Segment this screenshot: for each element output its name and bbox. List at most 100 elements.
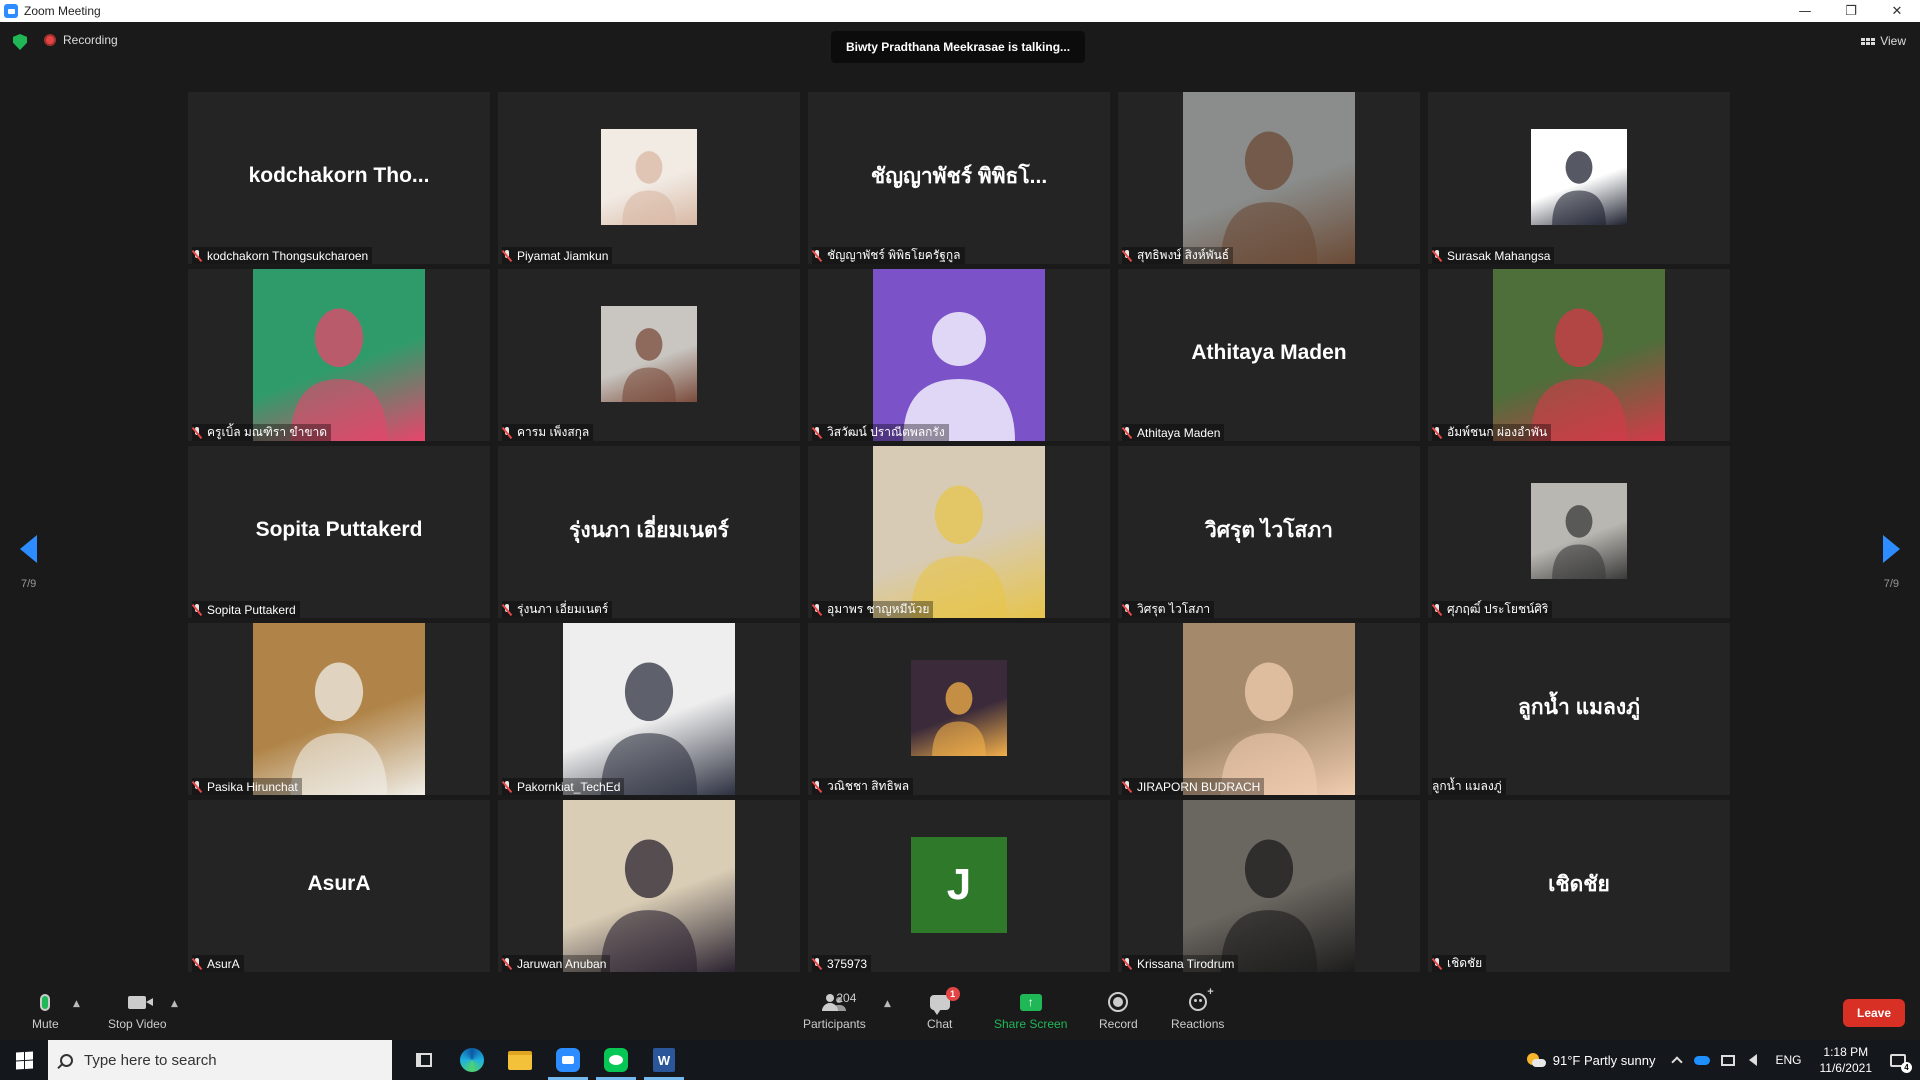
line-chat-icon (604, 1048, 628, 1072)
participant-display-name: kodchakorn Tho... (248, 164, 430, 187)
participant-name-label: Athitaya Maden (1122, 424, 1225, 441)
smiley-add-icon (1188, 986, 1214, 1011)
taskbar-search-box[interactable]: Type here to search (48, 1040, 392, 1080)
chat-bubble-icon: 1 (929, 986, 960, 1015)
participant-tile[interactable]: Krissana Tirodrum (1118, 800, 1420, 972)
page-indicator-right: 7/9 (1883, 578, 1899, 590)
participant-name-label: JIRAPORN BUDRACH (1122, 778, 1265, 795)
participant-video (1531, 483, 1627, 579)
participant-tile[interactable]: kodchakorn Tho... kodchakorn Thongsukchar… (188, 92, 490, 264)
participant-tile[interactable]: อัมพ์ชนก ผ่องอำพัน (1428, 269, 1730, 441)
participant-name: อุมาพร ชาญหมีน้วย (827, 602, 930, 616)
participant-tile[interactable]: Surasak Mahangsa (1428, 92, 1730, 264)
participant-tile[interactable]: ลูกน้ำ แมลงภู่ ลูกน้ำ แมลงภู่ (1428, 623, 1730, 795)
participant-name-label: เชิดชัย (1432, 955, 1487, 972)
muted-mic-icon (1432, 603, 1442, 616)
participant-display-name: AsurA (307, 872, 371, 895)
participant-tile[interactable]: อุมาพร ชาญหมีน้วย (808, 446, 1110, 618)
network-icon[interactable] (1721, 1054, 1736, 1066)
participant-name: อัมพ์ชนก ผ่องอำพัน (1447, 425, 1548, 439)
participant-initial-avatar: J (911, 837, 1007, 933)
participant-video (911, 660, 1007, 756)
participant-video (563, 623, 735, 795)
taskbar-clock[interactable]: 1:18 PM 11/6/2021 (1820, 1044, 1873, 1076)
windows-taskbar: Type here to search W 91°F Partly sunny … (0, 1040, 1920, 1080)
taskbar-zoom[interactable] (544, 1040, 592, 1080)
taskbar-line[interactable] (592, 1040, 640, 1080)
participant-tile[interactable]: วิสวัฒน์ ปราณีตพลกรัง (808, 269, 1110, 441)
participant-name: สุทธิพงษ์ สิงห์พันธ์ (1137, 248, 1230, 262)
participant-tile[interactable]: J 375973 (808, 800, 1110, 972)
participants-options-chevron-icon[interactable]: ▲ (884, 999, 891, 1009)
taskbar-file-explorer[interactable] (496, 1040, 544, 1080)
view-button[interactable]: View (1861, 34, 1906, 48)
participant-name-label: kodchakorn Thongsukcharoen (192, 247, 373, 264)
muted-mic-icon (502, 957, 512, 970)
participant-tile[interactable]: วณิชชา สิทธิพล (808, 623, 1110, 795)
stop-video-button[interactable]: Stop Video (108, 991, 167, 1031)
chat-button[interactable]: 1 Chat (927, 986, 960, 1031)
participant-tile[interactable]: Sopita Puttakerd Sopita Puttakerd (188, 446, 490, 618)
participant-tile[interactable]: Pasika Hirunchat (188, 623, 490, 795)
leave-button[interactable]: Leave (1843, 999, 1905, 1027)
start-button[interactable] (0, 1040, 48, 1080)
participant-tile[interactable]: ศุภฤฒิ์ ประโยชน์ศิริ (1428, 446, 1730, 618)
participant-tile[interactable]: JIRAPORN BUDRACH (1118, 623, 1420, 795)
volume-icon[interactable] (1749, 1054, 1758, 1066)
audio-options-chevron-icon[interactable]: ▲ (73, 999, 80, 1009)
clock-time: 1:18 PM (1823, 1045, 1869, 1059)
participant-tile[interactable]: สุทธิพงษ์ สิงห์พันธ์ (1118, 92, 1420, 264)
mute-button[interactable]: Mute (32, 991, 59, 1031)
participant-name-label: Piyamat Jiamkun (502, 247, 613, 264)
minimize-button[interactable]: — (1782, 0, 1828, 22)
weather-partly-sunny-icon[interactable] (1526, 1053, 1546, 1067)
participant-tile[interactable]: ครูเบิ้ล มณฑิรา ขำขาด (188, 269, 490, 441)
participant-name: kodchakorn Thongsukcharoen (207, 248, 369, 263)
participant-name-label: Pakornkiat_TechEd (502, 778, 625, 795)
window-title: Zoom Meeting (24, 4, 101, 18)
task-view-button[interactable] (400, 1040, 448, 1080)
folder-icon (508, 1050, 532, 1070)
participant-tile[interactable]: ชัญญาพัชร์ พิพิธโ... ชัญญาพัชร์ พิพิธโยคร… (808, 92, 1110, 264)
muted-mic-icon (1432, 957, 1442, 970)
record-button[interactable]: Record (1099, 991, 1138, 1031)
participant-name-label: Jaruwan Anuban (502, 955, 611, 972)
participant-tile[interactable]: เชิดชัย เชิดชัย (1428, 800, 1730, 972)
muted-mic-icon (192, 249, 202, 262)
participant-tile[interactable]: Pakornkiat_TechEd (498, 623, 800, 795)
video-options-chevron-icon[interactable]: ▲ (171, 999, 178, 1009)
participant-name-label: Surasak Mahangsa (1432, 247, 1555, 264)
search-icon (57, 1050, 76, 1070)
taskbar-word[interactable]: W (640, 1040, 688, 1080)
participants-button[interactable]: 204 Participants (803, 991, 866, 1031)
restore-button[interactable]: ❐ (1828, 0, 1874, 22)
previous-page-arrow-icon[interactable] (20, 535, 37, 563)
recording-label: Recording (63, 33, 118, 47)
next-page-arrow-icon[interactable] (1883, 535, 1900, 563)
show-hidden-icons-chevron-icon[interactable] (1671, 1056, 1684, 1068)
view-label: View (1880, 34, 1906, 48)
participant-tile[interactable]: วิศรุต ไวโสภา วิศรุต ไวโสภา (1118, 446, 1420, 618)
participant-tile[interactable]: รุ่งนภา เอี่ยมเนตร์ รุ่งนภา เอี่ยมเนตร์ (498, 446, 800, 618)
participant-tile[interactable]: AsurA AsurA (188, 800, 490, 972)
video-camera-icon (128, 995, 154, 1009)
weather-text[interactable]: 91°F Partly sunny (1553, 1053, 1656, 1068)
share-screen-button[interactable]: ↑ Share Screen (994, 991, 1067, 1031)
share-screen-label: Share Screen (994, 1017, 1068, 1031)
reactions-button[interactable]: Reactions (1171, 986, 1224, 1031)
close-button[interactable]: ✕ (1874, 0, 1920, 22)
participant-tile[interactable]: Athitaya Maden Athitaya Maden (1118, 269, 1420, 441)
recording-indicator[interactable]: Recording (44, 33, 118, 47)
onedrive-cloud-icon[interactable] (1694, 1055, 1711, 1065)
participant-tile[interactable]: Piyamat Jiamkun (498, 92, 800, 264)
participants-count: 204 (836, 991, 857, 1005)
stop-video-label: Stop Video (108, 1017, 167, 1031)
participant-tile[interactable]: Jaruwan Anuban (498, 800, 800, 972)
taskbar-edge[interactable] (448, 1040, 496, 1080)
participant-video (253, 623, 425, 795)
participant-tile[interactable]: คารม เพ็งสกุล (498, 269, 800, 441)
action-center-icon[interactable]: 4 (1890, 1053, 1912, 1073)
security-shield-icon[interactable] (13, 34, 27, 50)
input-language[interactable]: ENG (1775, 1053, 1801, 1067)
muted-mic-icon (1122, 780, 1132, 793)
